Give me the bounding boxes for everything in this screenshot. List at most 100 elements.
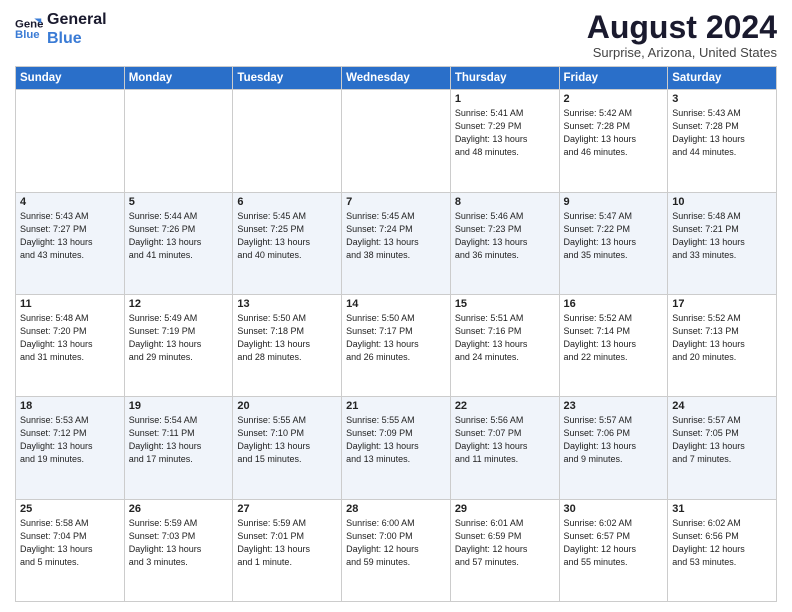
page-header: General Blue General Blue August 2024 Su… — [15, 10, 777, 60]
month-title: August 2024 — [587, 10, 777, 45]
calendar-cell: 13Sunrise: 5:50 AM Sunset: 7:18 PM Dayli… — [233, 294, 342, 396]
calendar-cell: 22 Sunrise: 5:56 AM Sunset: 7:07 PM Dayli… — [450, 397, 559, 499]
calendar-cell: 19Sunrise: 5:54 AM Sunset: 7:11 PM Dayli… — [124, 397, 233, 499]
calendar-cell: 2Sunrise: 5:42 AM Sunset: 7:28 PM Daylig… — [559, 90, 668, 192]
day-number: 24 — [672, 400, 772, 412]
day-number: 30 — [564, 503, 664, 515]
calendar-cell: 30Sunrise: 6:02 AM Sunset: 6:57 PM Dayli… — [559, 499, 668, 601]
day-info: Sunrise: 6:00 AM Sunset: 7:00 PM Dayligh… — [346, 517, 446, 569]
calendar-cell — [342, 90, 451, 192]
header-cell-friday: Friday — [559, 67, 668, 90]
calendar-cell: 20 Sunrise: 5:55 AM Sunset: 7:10 PM Dayli… — [233, 397, 342, 499]
calendar-cell: 23 Sunrise: 5:57 AM Sunset: 7:06 PM Dayli… — [559, 397, 668, 499]
day-info: Sunrise: 5:55 AM Sunset: 7:09 PM Dayligh… — [346, 414, 446, 466]
day-info: Sunrise: 5:53 AM Sunset: 7:12 PM Dayligh… — [20, 414, 120, 466]
day-info: Sunrise: 5:46 AM Sunset: 7:23 PM Dayligh… — [455, 210, 555, 262]
calendar-cell: 29 Sunrise: 6:01 AM Sunset: 6:59 PM Dayli… — [450, 499, 559, 601]
day-number: 20 — [237, 400, 337, 412]
calendar-week-3: 11 Sunrise: 5:48 AM Sunset: 7:20 PM Dayli… — [16, 294, 777, 396]
day-number: 12 — [129, 298, 229, 310]
day-number: 21 — [346, 400, 446, 412]
day-info: Sunrise: 5:43 AM Sunset: 7:27 PM Dayligh… — [20, 210, 120, 262]
logo-line1: General — [47, 10, 107, 29]
day-number: 6 — [237, 196, 337, 208]
day-info: Sunrise: 5:50 AM Sunset: 7:17 PM Dayligh… — [346, 312, 446, 364]
day-number: 18 — [20, 400, 120, 412]
calendar-cell: 21 Sunrise: 5:55 AM Sunset: 7:09 PM Dayli… — [342, 397, 451, 499]
day-number: 8 — [455, 196, 555, 208]
day-info: Sunrise: 6:01 AM Sunset: 6:59 PM Dayligh… — [455, 517, 555, 569]
calendar-cell — [233, 90, 342, 192]
day-info: Sunrise: 5:55 AM Sunset: 7:10 PM Dayligh… — [237, 414, 337, 466]
calendar-cell: 15 Sunrise: 5:51 AM Sunset: 7:16 PM Dayli… — [450, 294, 559, 396]
day-number: 11 — [20, 298, 120, 310]
day-number: 2 — [564, 93, 664, 105]
title-block: August 2024 Surprise, Arizona, United St… — [587, 10, 777, 60]
day-number: 25 — [20, 503, 120, 515]
day-info: Sunrise: 5:51 AM Sunset: 7:16 PM Dayligh… — [455, 312, 555, 364]
day-number: 19 — [129, 400, 229, 412]
day-number: 28 — [346, 503, 446, 515]
day-number: 3 — [672, 93, 772, 105]
day-info: Sunrise: 5:57 AM Sunset: 7:06 PM Dayligh… — [564, 414, 664, 466]
header-cell-saturday: Saturday — [668, 67, 777, 90]
day-info: Sunrise: 5:48 AM Sunset: 7:20 PM Dayligh… — [20, 312, 120, 364]
day-number: 17 — [672, 298, 772, 310]
day-info: Sunrise: 5:45 AM Sunset: 7:25 PM Dayligh… — [237, 210, 337, 262]
location: Surprise, Arizona, United States — [587, 45, 777, 60]
day-info: Sunrise: 5:41 AM Sunset: 7:29 PM Dayligh… — [455, 107, 555, 159]
header-cell-sunday: Sunday — [16, 67, 125, 90]
calendar-body: 1Sunrise: 5:41 AM Sunset: 7:29 PM Daylig… — [16, 90, 777, 602]
calendar-table: SundayMondayTuesdayWednesdayThursdayFrid… — [15, 66, 777, 602]
calendar-cell: 1Sunrise: 5:41 AM Sunset: 7:29 PM Daylig… — [450, 90, 559, 192]
day-info: Sunrise: 6:02 AM Sunset: 6:56 PM Dayligh… — [672, 517, 772, 569]
day-number: 23 — [564, 400, 664, 412]
day-number: 16 — [564, 298, 664, 310]
calendar-cell: 3 Sunrise: 5:43 AM Sunset: 7:28 PM Daylig… — [668, 90, 777, 192]
day-info: Sunrise: 5:59 AM Sunset: 7:01 PM Dayligh… — [237, 517, 337, 569]
day-number: 4 — [20, 196, 120, 208]
calendar-cell: 11 Sunrise: 5:48 AM Sunset: 7:20 PM Dayli… — [16, 294, 125, 396]
day-number: 27 — [237, 503, 337, 515]
day-number: 10 — [672, 196, 772, 208]
calendar-header-row: SundayMondayTuesdayWednesdayThursdayFrid… — [16, 67, 777, 90]
day-number: 22 — [455, 400, 555, 412]
day-number: 29 — [455, 503, 555, 515]
day-info: Sunrise: 5:58 AM Sunset: 7:04 PM Dayligh… — [20, 517, 120, 569]
day-number: 14 — [346, 298, 446, 310]
day-info: Sunrise: 5:56 AM Sunset: 7:07 PM Dayligh… — [455, 414, 555, 466]
calendar-cell: 8 Sunrise: 5:46 AM Sunset: 7:23 PM Daylig… — [450, 192, 559, 294]
calendar-week-2: 4 Sunrise: 5:43 AM Sunset: 7:27 PM Daylig… — [16, 192, 777, 294]
header-cell-thursday: Thursday — [450, 67, 559, 90]
calendar-week-4: 18 Sunrise: 5:53 AM Sunset: 7:12 PM Dayli… — [16, 397, 777, 499]
calendar-cell: 25 Sunrise: 5:58 AM Sunset: 7:04 PM Dayli… — [16, 499, 125, 601]
calendar-cell: 10Sunrise: 5:48 AM Sunset: 7:21 PM Dayli… — [668, 192, 777, 294]
calendar-cell: 14 Sunrise: 5:50 AM Sunset: 7:17 PM Dayli… — [342, 294, 451, 396]
day-number: 13 — [237, 298, 337, 310]
day-number: 31 — [672, 503, 772, 515]
calendar-cell: 17Sunrise: 5:52 AM Sunset: 7:13 PM Dayli… — [668, 294, 777, 396]
header-cell-tuesday: Tuesday — [233, 67, 342, 90]
calendar-cell — [16, 90, 125, 192]
day-info: Sunrise: 5:43 AM Sunset: 7:28 PM Dayligh… — [672, 107, 772, 159]
logo: General Blue General Blue — [15, 10, 107, 48]
calendar-cell: 7Sunrise: 5:45 AM Sunset: 7:24 PM Daylig… — [342, 192, 451, 294]
logo-icon: General Blue — [15, 15, 43, 43]
day-info: Sunrise: 5:45 AM Sunset: 7:24 PM Dayligh… — [346, 210, 446, 262]
day-number: 26 — [129, 503, 229, 515]
calendar-cell — [124, 90, 233, 192]
calendar-cell: 5 Sunrise: 5:44 AM Sunset: 7:26 PM Daylig… — [124, 192, 233, 294]
header-cell-wednesday: Wednesday — [342, 67, 451, 90]
day-number: 15 — [455, 298, 555, 310]
calendar-cell: 27 Sunrise: 5:59 AM Sunset: 7:01 PM Dayli… — [233, 499, 342, 601]
header-cell-monday: Monday — [124, 67, 233, 90]
calendar-cell: 12 Sunrise: 5:49 AM Sunset: 7:19 PM Dayli… — [124, 294, 233, 396]
calendar-cell: 6 Sunrise: 5:45 AM Sunset: 7:25 PM Daylig… — [233, 192, 342, 294]
day-info: Sunrise: 5:49 AM Sunset: 7:19 PM Dayligh… — [129, 312, 229, 364]
calendar-cell: 26Sunrise: 5:59 AM Sunset: 7:03 PM Dayli… — [124, 499, 233, 601]
day-info: Sunrise: 5:52 AM Sunset: 7:14 PM Dayligh… — [564, 312, 664, 364]
day-number: 5 — [129, 196, 229, 208]
calendar-cell: 31 Sunrise: 6:02 AM Sunset: 6:56 PM Dayli… — [668, 499, 777, 601]
calendar-cell: 9Sunrise: 5:47 AM Sunset: 7:22 PM Daylig… — [559, 192, 668, 294]
day-info: Sunrise: 5:44 AM Sunset: 7:26 PM Dayligh… — [129, 210, 229, 262]
